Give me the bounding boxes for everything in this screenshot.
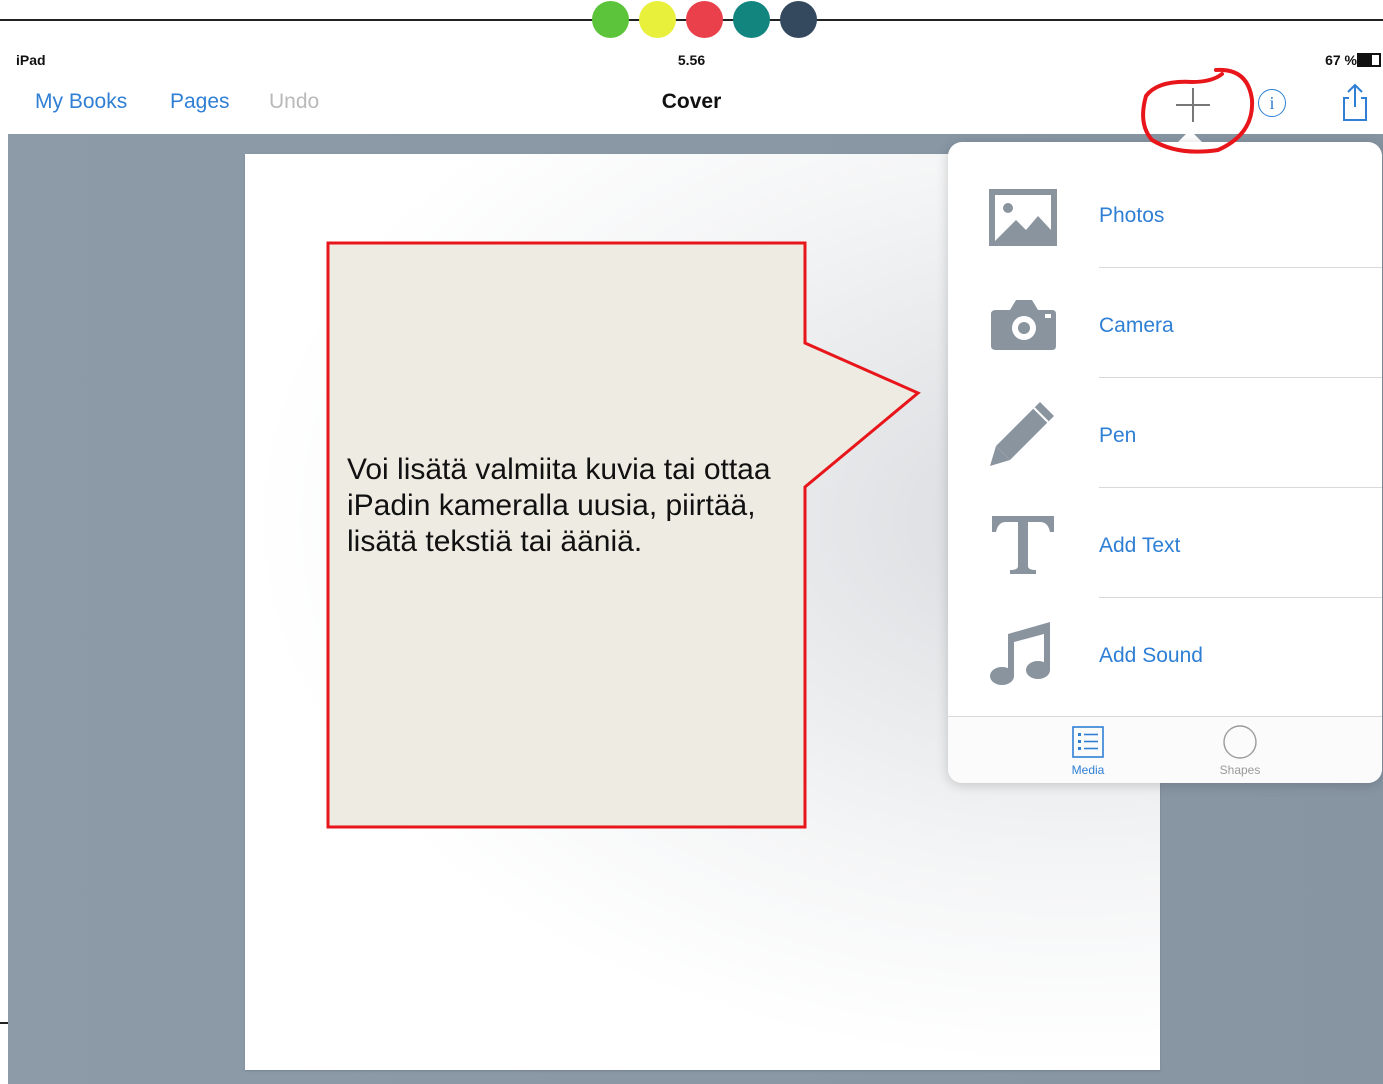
- share-icon[interactable]: [1340, 82, 1370, 122]
- menu-item-add-text[interactable]: Add Text: [948, 488, 1382, 598]
- decorative-mark: [0, 1022, 8, 1024]
- menu-item-label: Photos: [1099, 204, 1165, 227]
- plus-icon[interactable]: [1176, 88, 1210, 122]
- menu-item-label: Pen: [1099, 424, 1137, 447]
- callout-text: Voi lisätä valmiita kuvia tai ottaa iPad…: [347, 453, 771, 558]
- insert-media-popover: Photos Camera Pen Add Text Add Sound Med…: [948, 142, 1382, 783]
- pen-icon: [990, 402, 1054, 466]
- list-icon: [1072, 726, 1104, 758]
- info-icon[interactable]: i: [1258, 89, 1286, 117]
- menu-item-label: Add Sound: [1099, 644, 1203, 667]
- circle-icon: [1223, 725, 1257, 759]
- text-icon: [992, 516, 1054, 574]
- popover-tab-bar: Media Shapes: [948, 716, 1382, 783]
- tab-media[interactable]: Media: [1048, 725, 1128, 781]
- tab-label: Media: [1071, 763, 1105, 777]
- menu-item-pen[interactable]: Pen: [948, 378, 1382, 488]
- tab-shapes[interactable]: Shapes: [1200, 725, 1280, 781]
- menu-item-label: Camera: [1099, 314, 1174, 337]
- tab-label: Shapes: [1219, 763, 1261, 777]
- music-note-icon: [990, 622, 1050, 685]
- camera-icon: [991, 300, 1056, 350]
- photo-icon: [989, 189, 1057, 246]
- menu-item-photos[interactable]: Photos: [948, 158, 1382, 268]
- menu-item-add-sound[interactable]: Add Sound: [948, 598, 1382, 708]
- menu-item-label: Add Text: [1099, 534, 1181, 557]
- menu-item-camera[interactable]: Camera: [948, 268, 1382, 378]
